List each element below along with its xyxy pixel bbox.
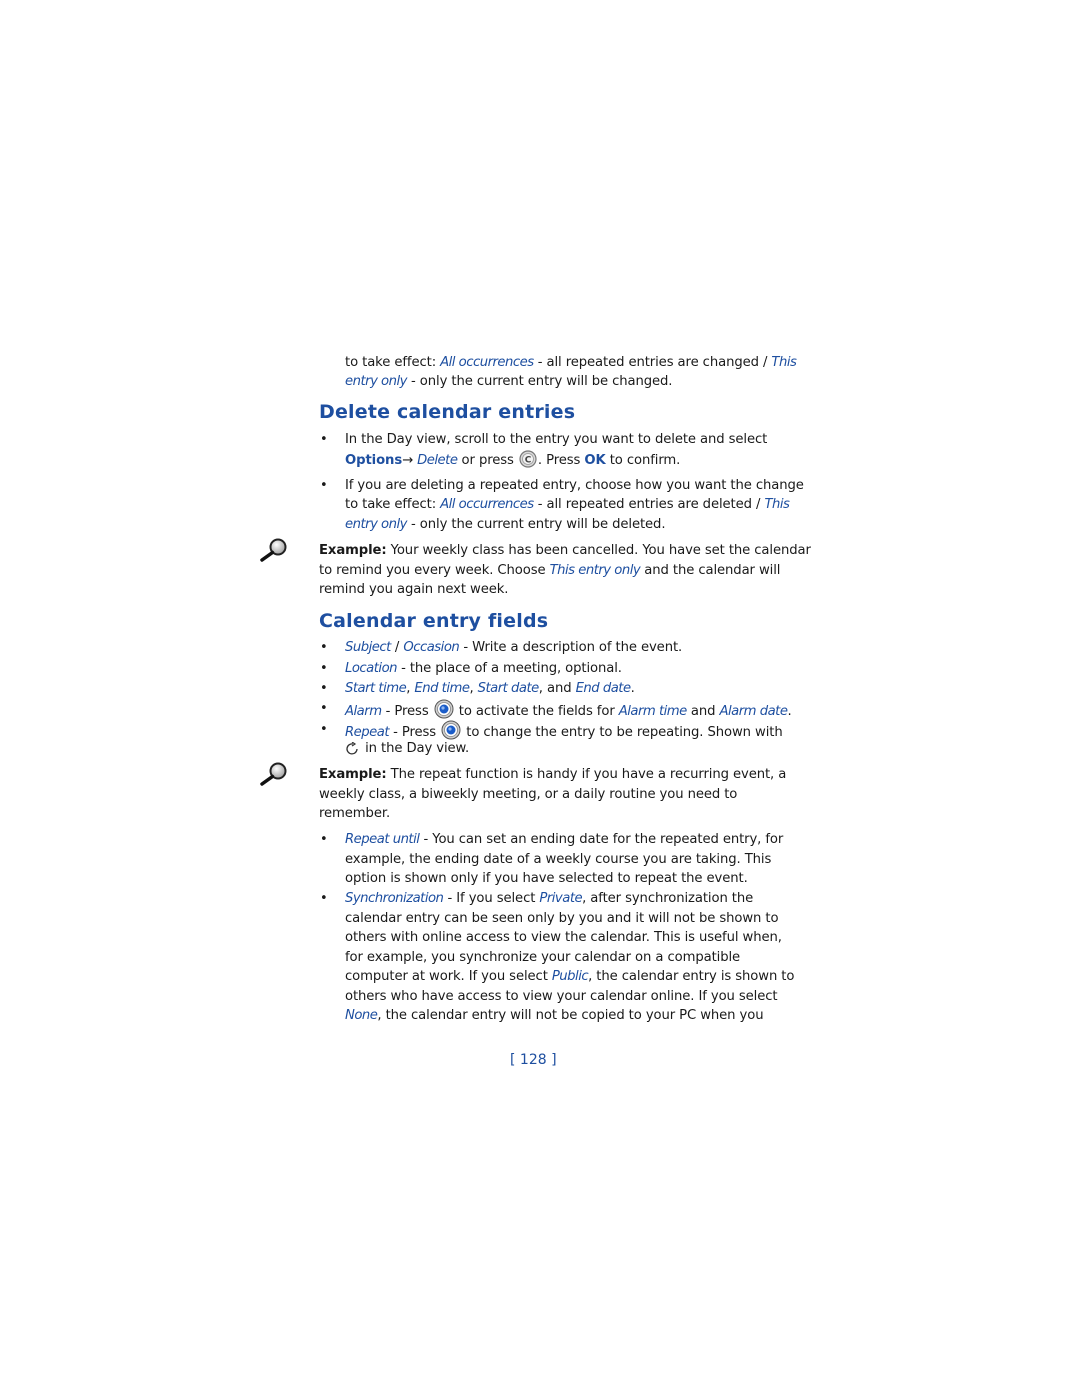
- repeat-until-line-2: example, the ending date of a weekly cou…: [345, 852, 772, 867]
- repeat-until-line-3: option is shown only if you have selecte…: [345, 871, 748, 886]
- clear-key-icon: C: [518, 450, 538, 475]
- example-label: Example:: [319, 543, 387, 558]
- page-number: [ 128 ]: [510, 1052, 557, 1068]
- sync-line-2: calendar entry can be seen only by you a…: [345, 911, 779, 926]
- sync-line-5: computer at work. If you select Public, …: [345, 969, 795, 984]
- manual-page: to take effect: All occurrences - all re…: [0, 0, 1080, 1397]
- delete-term: Delete: [417, 453, 458, 468]
- delete-bullet-2-line-1: If you are deleting a repeated entry, ch…: [345, 478, 804, 493]
- sync-line-6: others who have access to view your cale…: [345, 989, 778, 1004]
- field-repeat-line-2: in the Day view.: [345, 739, 469, 763]
- example-2-line-1: Example: The repeat function is handy if…: [319, 767, 787, 782]
- entry-only-term: entry only: [345, 374, 407, 389]
- ok-keyword: OK: [584, 453, 606, 468]
- this-term: This: [771, 355, 797, 370]
- intro-line-1: to take effect: All occurrences - all re…: [345, 355, 797, 370]
- intro-line-2: entry only - only the current entry will…: [345, 374, 673, 389]
- all-occurrences-term: All occurrences: [440, 355, 534, 370]
- delete-bullet-1-line-2: Options→ Delete or press C. Press OK to …: [345, 450, 680, 475]
- magnifier-icon: [258, 538, 292, 562]
- repeat-icon: [345, 741, 361, 763]
- field-subject: Subject / Occasion - Write a description…: [345, 640, 683, 655]
- bullet-icon: •: [320, 832, 328, 847]
- sync-line-4: for example, you synchronize your calend…: [345, 950, 741, 965]
- sync-line-7: None, the calendar entry will not be cop…: [345, 1008, 764, 1023]
- delete-bullet-2-line-3: entry only - only the current entry will…: [345, 517, 666, 532]
- bullet-icon: •: [320, 640, 328, 655]
- example-label: Example:: [319, 767, 387, 782]
- delete-bullet-1-line-1: In the Day view, scroll to the entry you…: [345, 432, 768, 447]
- example-2-line-2: weekly class, a biweekly meeting, or a d…: [319, 787, 738, 802]
- bullet-icon: •: [320, 661, 328, 676]
- bullet-icon: •: [320, 722, 328, 737]
- field-location: Location - the place of a meeting, optio…: [345, 661, 622, 676]
- bullet-icon: •: [320, 478, 328, 493]
- bullet-icon: •: [320, 432, 328, 447]
- delete-calendar-entries-heading: Delete calendar entries: [319, 401, 576, 423]
- delete-bullet-2-line-2: to take effect: All occurrences - all re…: [345, 497, 790, 512]
- field-times: Start time, End time, Start date, and En…: [345, 681, 635, 696]
- magnifier-icon: [258, 762, 292, 786]
- example-1-line-2: to remind you every week. Choose This en…: [319, 563, 781, 578]
- bullet-icon: •: [320, 891, 328, 906]
- sync-line-3: others with online access to view the ca…: [345, 930, 782, 945]
- example-2-line-3: remember.: [319, 806, 391, 821]
- options-keyword: Options: [345, 453, 403, 468]
- sync-line-1: Synchronization - If you select Private,…: [345, 891, 754, 906]
- example-1-line-3: remind you again next week.: [319, 582, 509, 597]
- example-1-line-1: Example: Your weekly class has been canc…: [319, 543, 811, 558]
- bullet-icon: •: [320, 701, 328, 716]
- bullet-icon: •: [320, 681, 328, 696]
- calendar-entry-fields-heading: Calendar entry fields: [319, 610, 549, 632]
- repeat-until-line-1: Repeat until - You can set an ending dat…: [345, 832, 784, 847]
- svg-text:C: C: [525, 456, 532, 466]
